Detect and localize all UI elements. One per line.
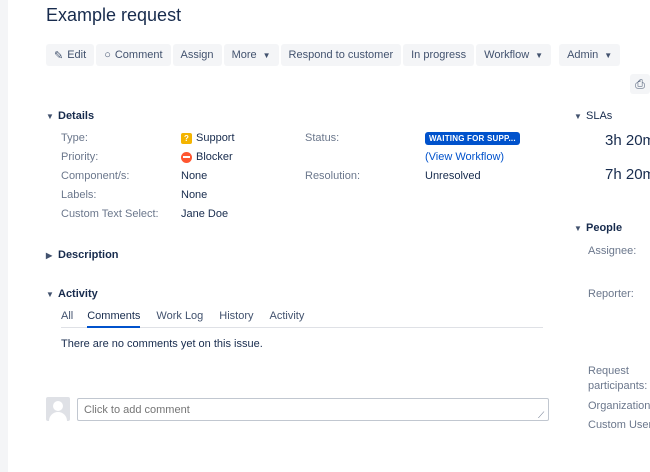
organizations-label: Organizations:	[588, 400, 650, 412]
resize-handle-icon[interactable]: ⟋	[538, 410, 544, 421]
details-heading: Details	[58, 110, 95, 122]
reporter-label: Reporter:	[588, 288, 634, 300]
type-value: ? Support	[181, 132, 235, 144]
activity-heading: Activity	[58, 288, 98, 300]
tab-work-log[interactable]: Work Log	[156, 308, 203, 328]
no-comments-message: There are no comments yet on this issue.	[61, 338, 263, 350]
chevron-down-icon: ▼	[262, 50, 271, 60]
request-participants-label-line2: participants:	[588, 380, 648, 392]
tab-all[interactable]: All	[61, 308, 73, 328]
assign-label: Assign	[180, 49, 214, 61]
custom-text-select-label: Custom Text Select:	[61, 208, 159, 220]
chevron-down-icon: ▼	[604, 50, 613, 60]
slas-section-header[interactable]: ▼ SLAs	[574, 110, 612, 122]
components-value: None	[181, 170, 208, 182]
status-label: Status:	[305, 132, 340, 144]
support-type-icon: ?	[181, 132, 192, 144]
tab-history[interactable]: History	[219, 308, 253, 328]
custom-user-label: Custom User:	[588, 419, 650, 431]
chevron-right-icon: ▶	[46, 250, 53, 260]
description-section-header[interactable]: ▶ Description	[46, 249, 119, 261]
slas-heading: SLAs	[586, 110, 613, 122]
chevron-down-icon: ▼	[46, 289, 54, 299]
comment-icon: ○	[104, 49, 111, 61]
in-progress-label: In progress	[411, 49, 467, 61]
admin-button[interactable]: Admin ▼	[559, 44, 621, 66]
pencil-icon: ✎	[54, 49, 64, 62]
priority-label: Priority:	[61, 151, 99, 163]
assign-button[interactable]: Assign	[172, 44, 222, 66]
edit-button[interactable]: ✎ Edit	[46, 44, 95, 66]
left-edge-strip	[0, 0, 8, 472]
comment-button[interactable]: ○ Comment	[96, 44, 171, 66]
priority-value: Blocker	[181, 151, 233, 163]
add-comment-input[interactable]	[77, 398, 549, 421]
in-progress-button[interactable]: In progress	[403, 44, 475, 66]
activity-section-header[interactable]: ▼ Activity	[46, 288, 98, 300]
issue-toolbar: ✎ Edit ○ Comment Assign More ▼ Respond t…	[46, 44, 622, 66]
priority-value-text: Blocker	[196, 151, 233, 163]
page-title: Example request	[46, 5, 182, 25]
labels-value: None	[181, 189, 208, 201]
assignee-label: Assignee:	[588, 245, 637, 257]
custom-text-select-value: Jane Doe	[181, 208, 229, 220]
type-value-text: Support	[196, 132, 235, 144]
respond-label: Respond to customer	[288, 49, 394, 61]
status-lozenge[interactable]: WAITING FOR SUPP...	[425, 132, 520, 145]
avatar	[46, 397, 70, 421]
workflow-label: Workflow	[484, 49, 530, 61]
chevron-down-icon: ▼	[574, 111, 582, 121]
components-label: Component/s:	[61, 170, 130, 182]
description-heading: Description	[58, 249, 119, 261]
admin-label: Admin	[567, 49, 599, 61]
tab-activity[interactable]: Activity	[270, 308, 305, 328]
more-label: More	[231, 49, 257, 61]
edit-label: Edit	[67, 49, 87, 61]
comment-label: Comment	[114, 49, 163, 61]
chevron-down-icon: ▼	[46, 111, 54, 121]
activity-tabs: All Comments Work Log History Activity	[61, 308, 543, 328]
chevron-down-icon: ▼	[574, 223, 582, 233]
view-workflow-link[interactable]: (View Workflow)	[425, 151, 504, 163]
labels-label: Labels:	[61, 189, 97, 201]
workflow-button[interactable]: Workflow ▼	[476, 44, 552, 66]
tab-comments[interactable]: Comments	[87, 308, 141, 328]
people-heading: People	[586, 222, 623, 234]
details-section-header[interactable]: ▼ Details	[46, 110, 94, 122]
sla-time-second: 7h 20m	[605, 166, 650, 183]
resolution-value: Unresolved	[425, 170, 481, 182]
sla-time-first: 3h 20m	[605, 132, 650, 149]
more-button[interactable]: More ▼	[223, 44, 279, 66]
people-section-header[interactable]: ▼ People	[574, 222, 622, 234]
resolution-label: Resolution:	[305, 170, 361, 182]
request-participants-label-line1: Request	[588, 365, 629, 377]
type-label: Type:	[61, 132, 88, 144]
blocker-icon	[181, 151, 192, 163]
respond-to-customer-button[interactable]: Respond to customer	[280, 44, 402, 66]
print-icon[interactable]: ⎙	[630, 74, 650, 94]
chevron-down-icon: ▼	[535, 50, 544, 60]
